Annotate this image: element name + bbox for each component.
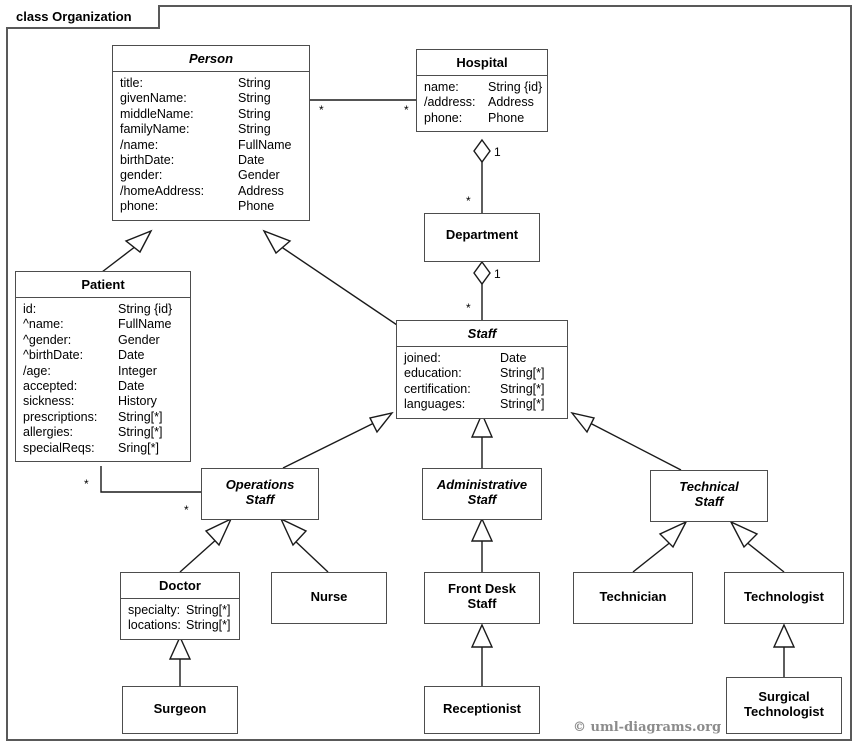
attribute-row: title: String xyxy=(120,76,271,90)
attribute-row: certification: String[*] xyxy=(404,381,545,396)
copyright-notice: © uml-diagrams.org xyxy=(573,720,722,735)
class-doctor-name: Doctor xyxy=(159,578,201,593)
class-doctor[interactable]: Doctor specialty: String[*] locations: Str… xyxy=(120,572,240,640)
class-nurse-name: Nurse xyxy=(310,589,348,604)
attribute-row: birthDate: Date xyxy=(120,153,265,168)
uml-class-diagram: class Organization * * 1 * 1 * * * Perso… xyxy=(0,0,860,747)
class-front-desk-staff[interactable]: Front Desk Staff xyxy=(424,572,540,624)
attribute-row: name: String {id} xyxy=(424,80,543,94)
class-nurse[interactable]: Nurse xyxy=(271,572,387,624)
class-operations-staff[interactable]: Operations Staff xyxy=(201,468,319,520)
class-person[interactable]: Person title: String givenName: String mid… xyxy=(112,45,310,221)
class-staff-name: Staff xyxy=(467,326,497,341)
class-technologist[interactable]: Technologist xyxy=(724,572,844,624)
class-hospital-attributes: name: String {id} /address: Address phone:… xyxy=(417,76,547,131)
attribute-row: sickness: History xyxy=(23,394,157,409)
multiplicity-person-hospital-hospital: * xyxy=(404,103,409,117)
class-hospital[interactable]: Hospital name: String {id} /address: Addre… xyxy=(416,49,548,133)
class-front-desk-staff-name: Front Desk Staff xyxy=(448,581,516,611)
multiplicity-department-staff-staff: * xyxy=(466,301,471,315)
attribute-row: gender: Gender xyxy=(120,168,280,183)
class-department[interactable]: Department xyxy=(424,213,540,262)
attribute-row: familyName: String xyxy=(120,122,271,137)
multiplicity-patient-operations-operations: * xyxy=(184,503,189,517)
attribute-row: givenName: String xyxy=(120,91,271,106)
multiplicity-hospital-department-department: * xyxy=(466,194,471,208)
attribute-row: ^gender: Gender xyxy=(23,332,160,347)
multiplicity-hospital-department-hospital: 1 xyxy=(494,145,501,159)
frame-label: class Organization xyxy=(6,5,160,29)
attribute-row: /address: Address xyxy=(424,95,534,110)
class-administrative-staff[interactable]: Administrative Staff xyxy=(422,468,542,520)
class-staff-attributes: joined: Date education: String[*] certific… xyxy=(397,347,567,418)
class-technician[interactable]: Technician xyxy=(573,572,693,624)
class-person-name: Person xyxy=(188,51,234,66)
attribute-row: ^name: FullName xyxy=(23,317,172,332)
class-technical-staff[interactable]: Technical Staff xyxy=(650,470,768,522)
class-surgical-technologist[interactable]: Surgical Technologist xyxy=(726,677,842,734)
class-doctor-attributes: specialty: String[*] locations: String[*] xyxy=(121,599,239,639)
class-surgical-technologist-name: Surgical Technologist xyxy=(744,689,824,719)
class-patient[interactable]: Patient id: String {id} ^name: FullName ^g… xyxy=(15,271,191,463)
class-technician-name: Technician xyxy=(599,589,667,604)
attribute-row: accepted: Date xyxy=(23,379,145,394)
class-technologist-name: Technologist xyxy=(744,589,824,604)
attribute-row: specialty: String[*] xyxy=(128,603,231,617)
class-surgeon[interactable]: Surgeon xyxy=(122,686,238,734)
attribute-row: allergies: String[*] xyxy=(23,425,163,440)
class-receptionist[interactable]: Receptionist xyxy=(424,686,540,734)
attribute-row: phone: Phone xyxy=(120,199,275,214)
attribute-row: phone: Phone xyxy=(424,110,525,125)
class-surgeon-name: Surgeon xyxy=(153,701,207,716)
attribute-row: locations: String[*] xyxy=(128,618,231,633)
class-hospital-name: Hospital xyxy=(456,55,508,70)
class-operations-staff-name: Operations Staff xyxy=(225,477,295,507)
attribute-row: id: String {id} xyxy=(23,302,173,316)
class-receptionist-name: Receptionist xyxy=(442,701,521,716)
class-staff[interactable]: Staff joined: Date education: String[*] ce… xyxy=(396,320,568,419)
attribute-row: specialReqs: Sring[*] xyxy=(23,440,159,455)
attribute-row: prescriptions: String[*] xyxy=(23,409,163,424)
class-technical-staff-name: Technical Staff xyxy=(679,479,739,509)
attribute-row: languages: String[*] xyxy=(404,397,545,412)
class-administrative-staff-name: Administrative Staff xyxy=(436,477,528,507)
class-person-attributes: title: String givenName: String middleName… xyxy=(113,72,309,220)
multiplicity-person-hospital-person: * xyxy=(319,103,324,117)
class-patient-attributes: id: String {id} ^name: FullName ^gender: Ge… xyxy=(16,298,190,461)
attribute-row: middleName: String xyxy=(120,106,271,121)
attribute-row: /age: Integer xyxy=(23,363,157,378)
attribute-row: ^birthDate: Date xyxy=(23,348,145,363)
attribute-row: /name: FullName xyxy=(120,137,292,152)
multiplicity-department-staff-department: 1 xyxy=(494,267,501,281)
class-patient-name: Patient xyxy=(81,277,125,292)
attribute-row: joined: Date xyxy=(404,351,527,365)
attribute-row: education: String[*] xyxy=(404,366,545,381)
attribute-row: /homeAddress: Address xyxy=(120,183,284,198)
class-department-name: Department xyxy=(445,227,519,242)
multiplicity-patient-operations-patient: * xyxy=(84,477,89,491)
